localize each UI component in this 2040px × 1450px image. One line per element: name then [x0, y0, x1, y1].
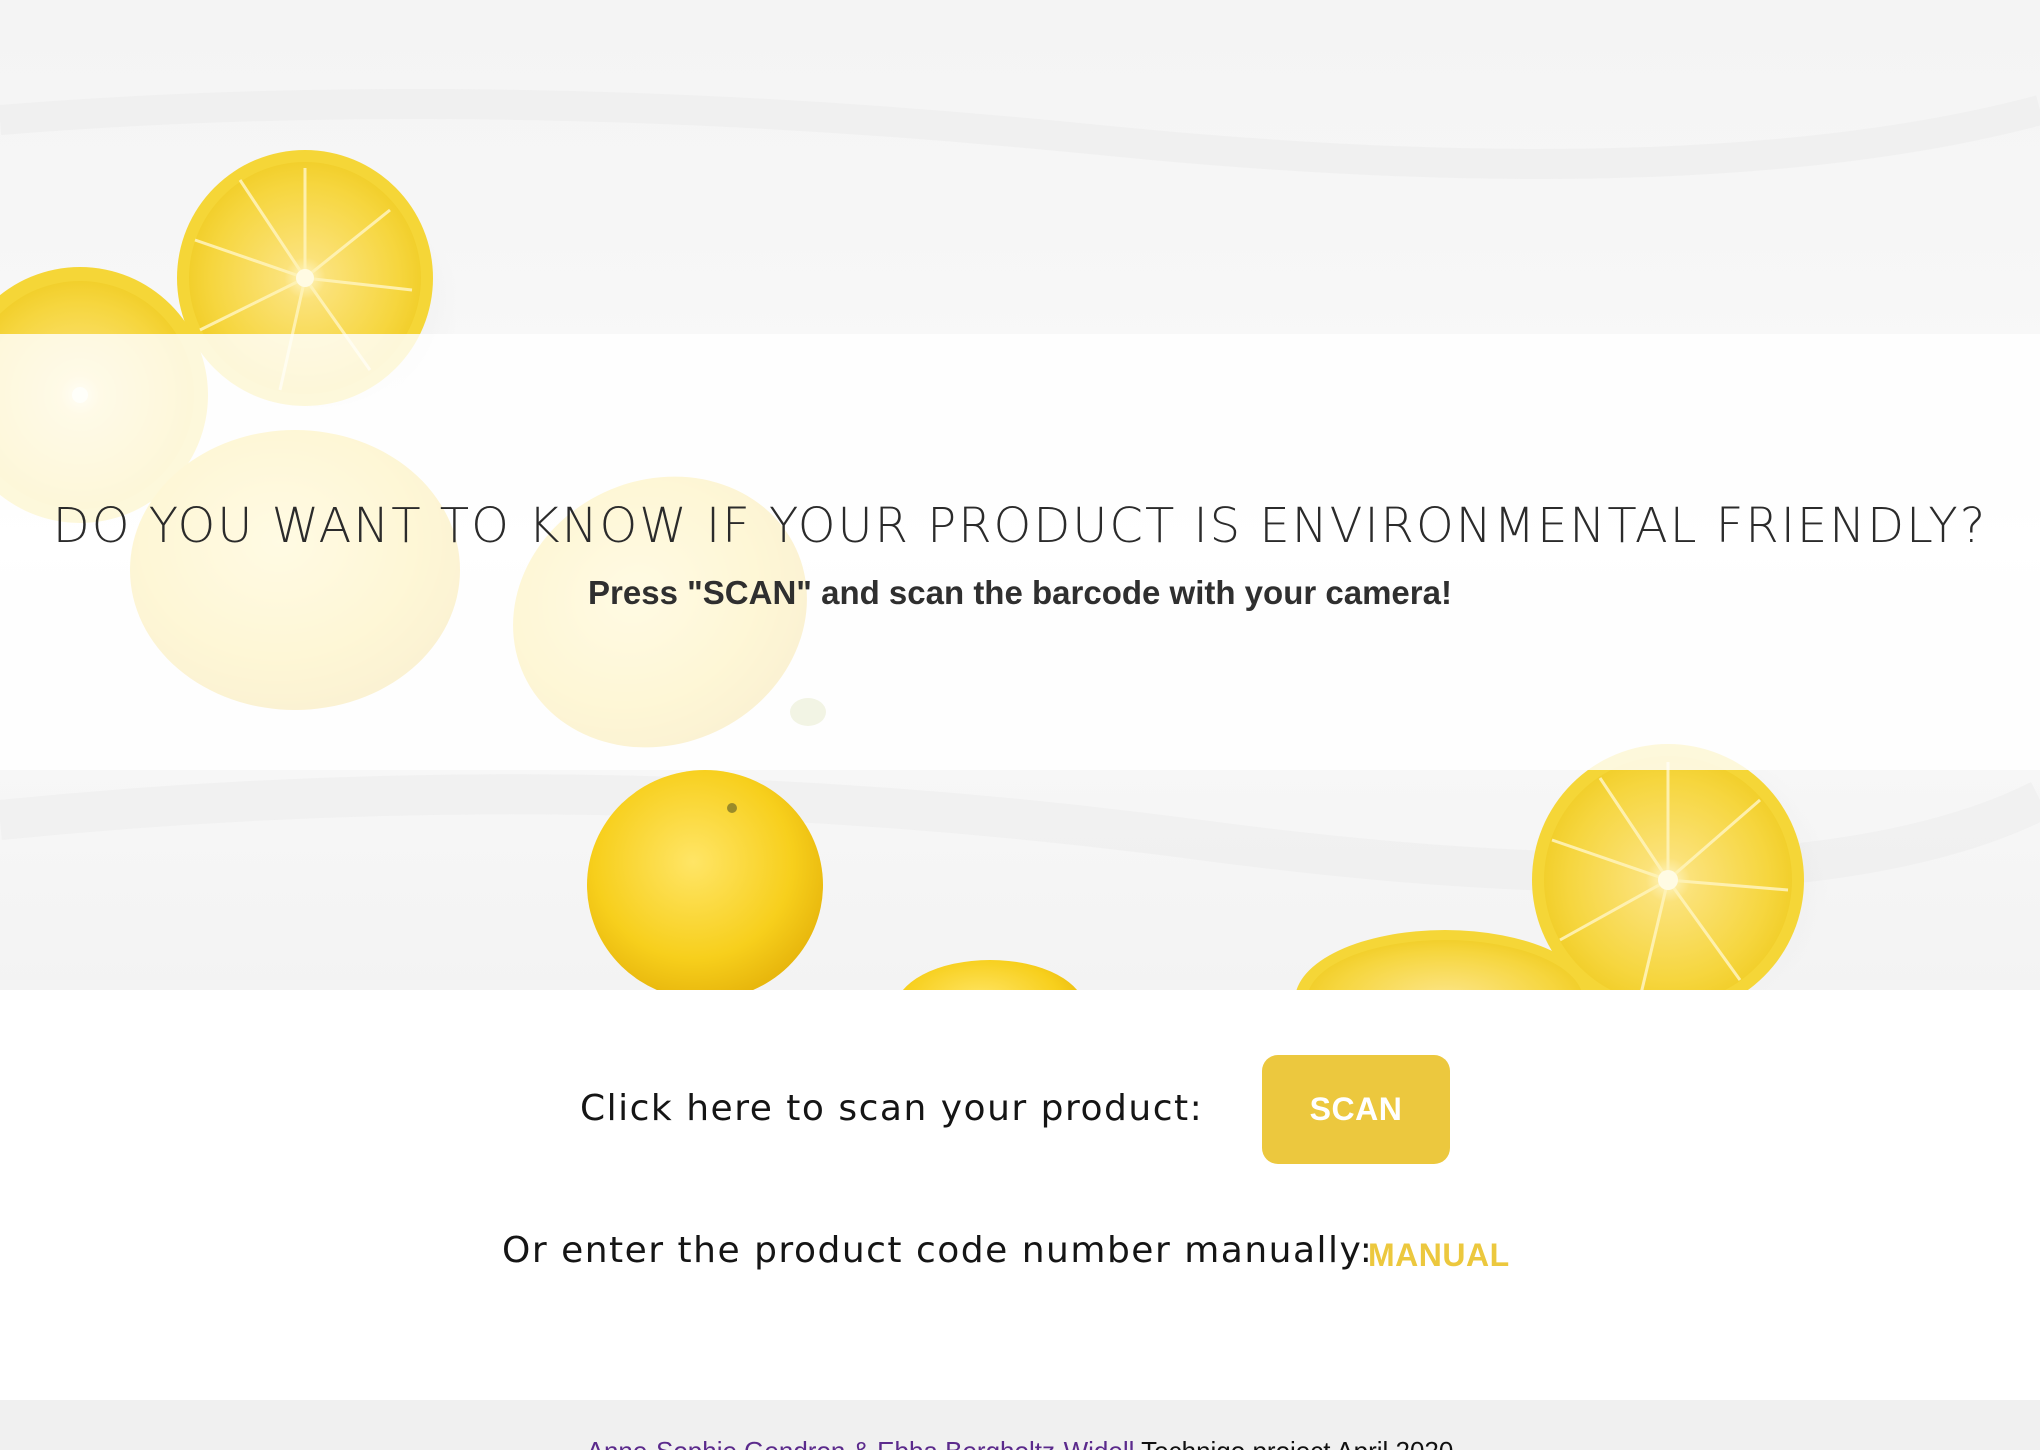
page: DO YOU WANT TO KNOW IF YOUR PRODUCT IS E… [0, 0, 2040, 1450]
manual-link[interactable]: MANUAL [1368, 1237, 1510, 1274]
footer: Anne-Sophie Gendron & Ebba Bergholtz-Wid… [0, 1400, 2040, 1450]
authors-link[interactable]: Anne-Sophie Gendron & Ebba Bergholtz-Wid… [587, 1436, 1135, 1450]
hero-title: DO YOU WANT TO KNOW IF YOUR PRODUCT IS E… [52, 498, 1988, 554]
scan-prompt: Click here to scan your product: [580, 1088, 1204, 1129]
project-text: Technigo project April 2020 [1134, 1436, 1453, 1450]
manual-prompt: Or enter the product code number manuall… [502, 1230, 1374, 1271]
hero-subtitle: Press "SCAN" and scan the barcode with y… [588, 574, 1452, 611]
scan-button[interactable]: SCAN [1262, 1055, 1450, 1164]
footer-credits: Anne-Sophie Gendron & Ebba Bergholtz-Wid… [0, 1436, 2040, 1450]
hero-section: DO YOU WANT TO KNOW IF YOUR PRODUCT IS E… [0, 0, 2040, 990]
